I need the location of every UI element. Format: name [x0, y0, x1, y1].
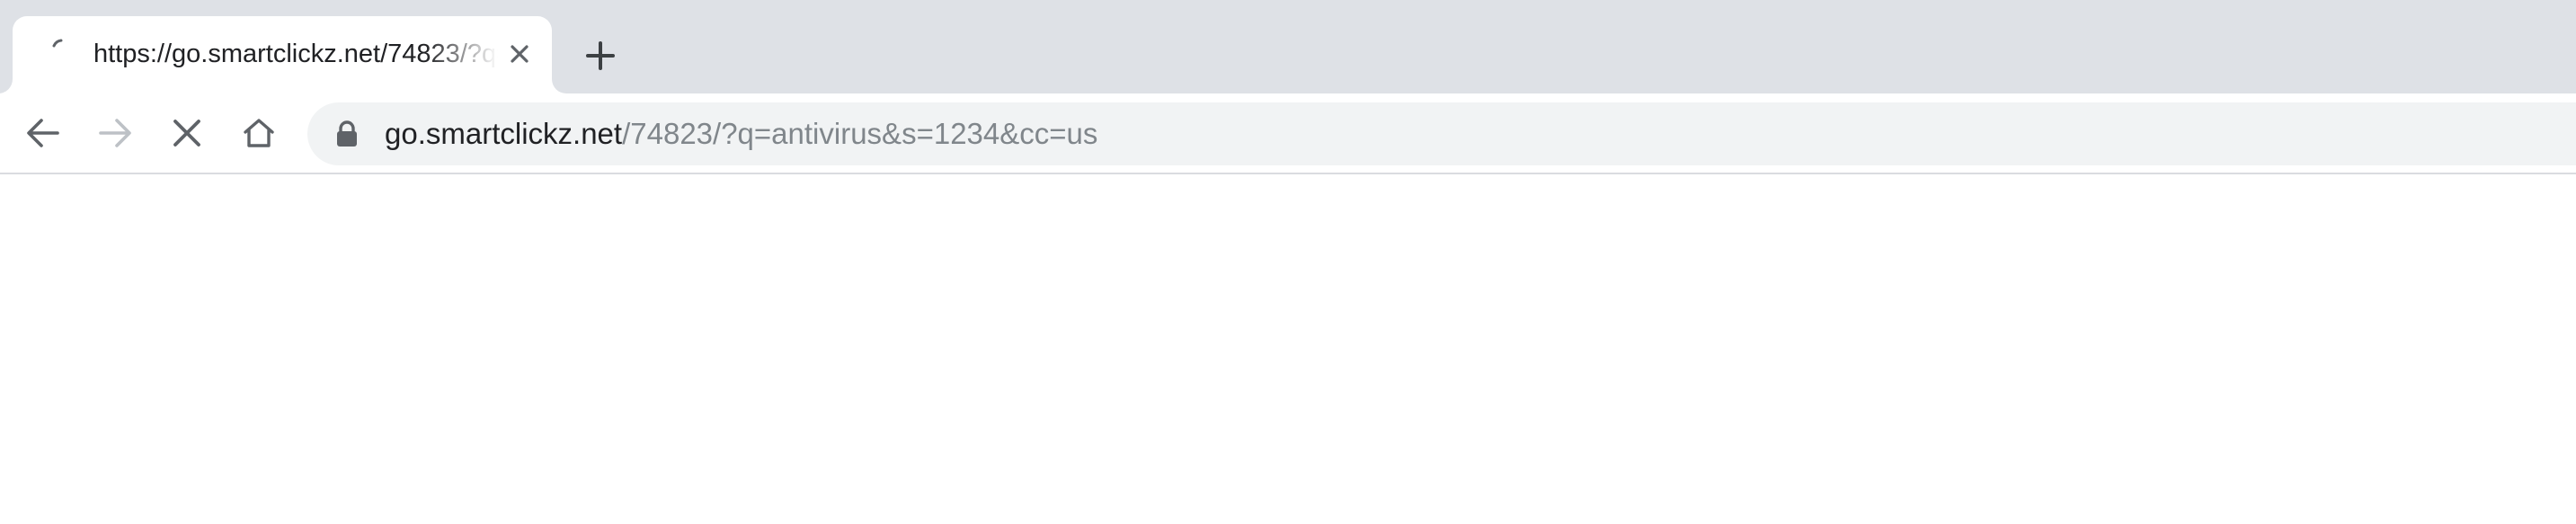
tab-title: https://go.smartclickz.net/74823/?q=anti…	[93, 40, 498, 68]
browser-tab[interactable]: https://go.smartclickz.net/74823/?q=anti…	[13, 16, 552, 93]
arrow-right-icon	[99, 119, 131, 147]
loading-spinner-icon	[49, 36, 76, 63]
home-button[interactable]	[234, 108, 284, 158]
forward-button[interactable]	[90, 108, 140, 158]
arrow-left-icon	[27, 119, 59, 147]
plus-icon	[586, 41, 615, 70]
close-icon	[173, 120, 200, 147]
new-tab-button[interactable]	[577, 32, 624, 79]
page-content	[0, 174, 2576, 524]
home-icon	[244, 119, 274, 147]
back-button[interactable]	[18, 108, 68, 158]
address-bar[interactable]: go.smartclickz.net/74823/?q=antivirus&s=…	[307, 102, 2576, 165]
tab-close-button[interactable]	[505, 40, 534, 68]
browser-window: https://go.smartclickz.net/74823/?q=anti…	[0, 0, 2576, 524]
browser-toolbar: go.smartclickz.net/74823/?q=antivirus&s=…	[0, 93, 2576, 174]
close-icon	[511, 45, 529, 63]
tab-strip: https://go.smartclickz.net/74823/?q=anti…	[0, 0, 2576, 93]
url-path: /74823/?q=antivirus&s=1234&cc=us	[622, 117, 1098, 150]
stop-loading-button[interactable]	[162, 108, 212, 158]
lock-icon[interactable]	[334, 120, 360, 147]
url-text[interactable]: go.smartclickz.net/74823/?q=antivirus&s=…	[385, 114, 1097, 154]
url-host: go.smartclickz.net	[385, 117, 623, 150]
